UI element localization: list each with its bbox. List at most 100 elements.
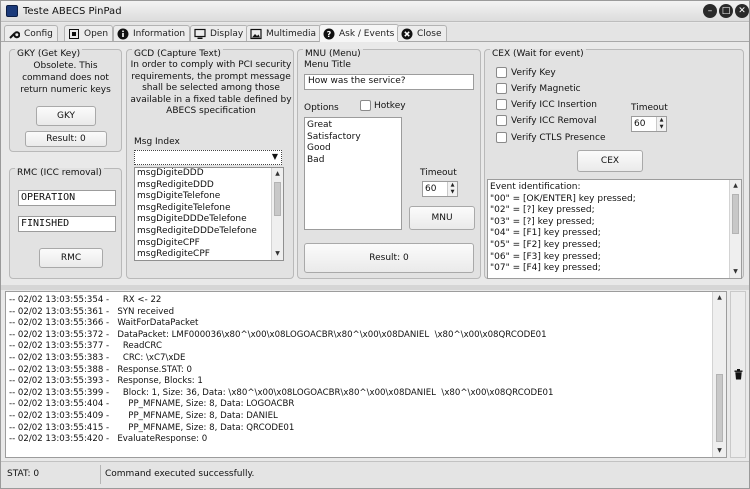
tab-information[interactable]: Information bbox=[113, 25, 191, 41]
menu-title-input[interactable]: How was the service? bbox=[304, 74, 474, 90]
option-item: Satisfactory bbox=[307, 131, 361, 142]
tab-bar: Config Open Information Display Multimed… bbox=[1, 23, 749, 42]
log-line: -- 02/02 13:03:55:354 - RX <- 22 bbox=[9, 295, 162, 305]
spin-up-icon[interactable]: ▲ bbox=[448, 182, 457, 189]
scroll-thumb[interactable] bbox=[274, 182, 281, 216]
msg-index-combobox[interactable]: ▼ bbox=[134, 150, 282, 165]
log-line: -- 02/02 13:03:55:399 - Block: 1, Size: … bbox=[9, 387, 554, 398]
mnu-timeout-label: Timeout bbox=[420, 168, 457, 178]
scroll-up-arrow-icon[interactable]: ▲ bbox=[272, 168, 283, 180]
event-line: "07" = [F4] key pressed; bbox=[490, 263, 601, 274]
msg-dropdown-scrollbar[interactable]: ▲ ▼ bbox=[271, 168, 283, 260]
rmc-line1-display: OPERATION bbox=[18, 190, 116, 206]
msg-index-dropdown[interactable]: msgDigiteDDD msgRedigiteDDD msgDigiteTel… bbox=[134, 167, 284, 261]
msg-item[interactable]: msgRedigiteCPF bbox=[135, 249, 283, 260]
scroll-thumb[interactable] bbox=[732, 194, 739, 234]
log-line: -- 02/02 13:03:55:361 - SYN received bbox=[9, 306, 175, 317]
info-icon bbox=[117, 28, 129, 40]
tab-open[interactable]: Open bbox=[64, 25, 114, 41]
splitter[interactable] bbox=[1, 285, 749, 290]
msg-index-label: Msg Index bbox=[134, 137, 180, 147]
rmc-line2-display: FINISHED bbox=[18, 216, 116, 232]
scroll-up-arrow-icon[interactable]: ▲ bbox=[730, 180, 741, 192]
minimize-button[interactable]: – bbox=[703, 4, 717, 18]
event-identification-textarea[interactable]: Event identification: "00" = [OK/ENTER] … bbox=[487, 179, 742, 279]
menu-title-label: Menu Title bbox=[304, 60, 351, 70]
open-port-icon bbox=[68, 28, 80, 40]
tab-display-label: Display bbox=[210, 28, 244, 39]
chevron-down-icon[interactable]: ▼ bbox=[272, 152, 278, 161]
scroll-down-arrow-icon[interactable]: ▼ bbox=[272, 248, 283, 260]
log-scrollbar[interactable]: ▲ ▼ bbox=[712, 292, 726, 457]
gcd-title: GCD (Capture Text) bbox=[132, 49, 223, 59]
log-line: -- 02/02 13:03:55:377 - ReadCRC bbox=[9, 341, 162, 352]
tab-close[interactable]: Close bbox=[397, 25, 447, 41]
msg-item[interactable]: msgDigiteDDDeTelefone bbox=[135, 214, 283, 226]
verify-icc-removal-label: Verify ICC Removal bbox=[511, 116, 597, 126]
log-textarea[interactable]: -- 02/02 13:03:55:354 - RX <- 22 -- 02/0… bbox=[5, 291, 727, 458]
msg-item[interactable]: msgDigiteDDD bbox=[135, 168, 283, 180]
spin-down-icon[interactable]: ▼ bbox=[657, 124, 666, 131]
log-line: -- 02/02 13:03:55:409 - PP_MFNAME, Size:… bbox=[9, 410, 278, 421]
option-item: Good bbox=[307, 143, 331, 154]
verify-icc-removal-checkbox[interactable] bbox=[496, 115, 507, 126]
scroll-thumb[interactable] bbox=[716, 374, 723, 442]
mnu-timeout-spinner[interactable]: 60 ▲ ▼ bbox=[422, 181, 458, 197]
status-message: Command executed successfully. bbox=[105, 469, 255, 479]
msg-item[interactable]: msgDigiteTelefone bbox=[135, 191, 283, 203]
gky-button[interactable]: GKY bbox=[36, 106, 96, 126]
wrench-icon bbox=[8, 28, 20, 40]
option-item: Great bbox=[307, 120, 333, 130]
spin-up-icon[interactable]: ▲ bbox=[657, 117, 666, 124]
tab-config[interactable]: Config bbox=[4, 25, 58, 41]
verify-icc-insertion-checkbox[interactable] bbox=[496, 99, 507, 110]
tab-multimedia[interactable]: Multimedia bbox=[246, 25, 322, 41]
verify-key-label: Verify Key bbox=[511, 68, 556, 78]
close-window-button[interactable]: ✕ bbox=[735, 4, 749, 18]
gky-result: Result: 0 bbox=[25, 131, 107, 147]
rmc-button[interactable]: RMC bbox=[39, 248, 103, 268]
mnu-timeout-value: 60 bbox=[425, 184, 437, 194]
log-line: -- 02/02 13:03:55:404 - PP_MFNAME, Size:… bbox=[9, 399, 295, 410]
maximize-button[interactable]: □ bbox=[719, 4, 733, 18]
spin-down-icon[interactable]: ▼ bbox=[448, 189, 457, 196]
hotkey-label: Hotkey bbox=[374, 101, 406, 111]
log-line: -- 02/02 13:03:55:420 - EvaluateResponse… bbox=[9, 434, 208, 445]
event-line: "05" = [F2] key pressed; bbox=[490, 239, 601, 250]
verify-ctls-presence-label: Verify CTLS Presence bbox=[511, 133, 606, 143]
status-bar: STAT: 0 Command executed successfully. bbox=[1, 461, 749, 488]
cex-button[interactable]: CEX bbox=[577, 150, 643, 172]
tab-information-label: Information bbox=[133, 28, 186, 39]
mnu-panel: MNU (Menu) Menu Title How was the servic… bbox=[297, 49, 481, 279]
msg-item[interactable]: msgRedigiteDDD bbox=[135, 180, 283, 192]
tab-ask-events[interactable]: ? Ask / Events bbox=[319, 24, 400, 42]
msg-item[interactable]: msgRedigiteDDDeTelefone bbox=[135, 226, 283, 238]
clear-log-trash-icon[interactable] bbox=[730, 291, 746, 458]
verify-ctls-presence-checkbox[interactable] bbox=[496, 132, 507, 143]
events-scrollbar[interactable]: ▲ ▼ bbox=[729, 180, 741, 278]
hotkey-checkbox[interactable] bbox=[360, 100, 371, 111]
cex-timeout-spinner[interactable]: 60 ▲ ▼ bbox=[631, 116, 667, 132]
scroll-down-arrow-icon[interactable]: ▼ bbox=[730, 266, 741, 278]
event-line: Event identification: bbox=[490, 182, 581, 192]
tab-config-label: Config bbox=[24, 28, 53, 39]
msg-item[interactable]: msgDigiteCPF bbox=[135, 238, 283, 250]
log-line: -- 02/02 13:03:55:383 - CRC: \xC7\xDE bbox=[9, 352, 186, 363]
verify-key-checkbox[interactable] bbox=[496, 67, 507, 78]
scroll-down-arrow-icon[interactable]: ▼ bbox=[713, 445, 726, 457]
mnu-button[interactable]: MNU bbox=[409, 206, 475, 230]
scroll-up-arrow-icon[interactable]: ▲ bbox=[713, 292, 726, 304]
options-textarea[interactable]: Great Satisfactory Good Bad bbox=[304, 117, 402, 230]
status-stat: STAT: 0 bbox=[7, 469, 40, 479]
tab-multimedia-label: Multimedia bbox=[266, 28, 317, 39]
tab-display[interactable]: Display bbox=[190, 25, 249, 41]
options-label: Options bbox=[304, 103, 339, 113]
cex-title: CEX (Wait for event) bbox=[490, 49, 586, 59]
image-icon bbox=[250, 28, 262, 40]
cex-timeout-value: 60 bbox=[634, 119, 646, 129]
event-line: "00" = [OK/ENTER] key pressed; bbox=[490, 193, 636, 204]
tab-open-label: Open bbox=[84, 28, 109, 39]
verify-magnetic-label: Verify Magnetic bbox=[511, 84, 581, 94]
msg-item[interactable]: msgRedigiteTelefone bbox=[135, 203, 283, 215]
verify-magnetic-checkbox[interactable] bbox=[496, 83, 507, 94]
